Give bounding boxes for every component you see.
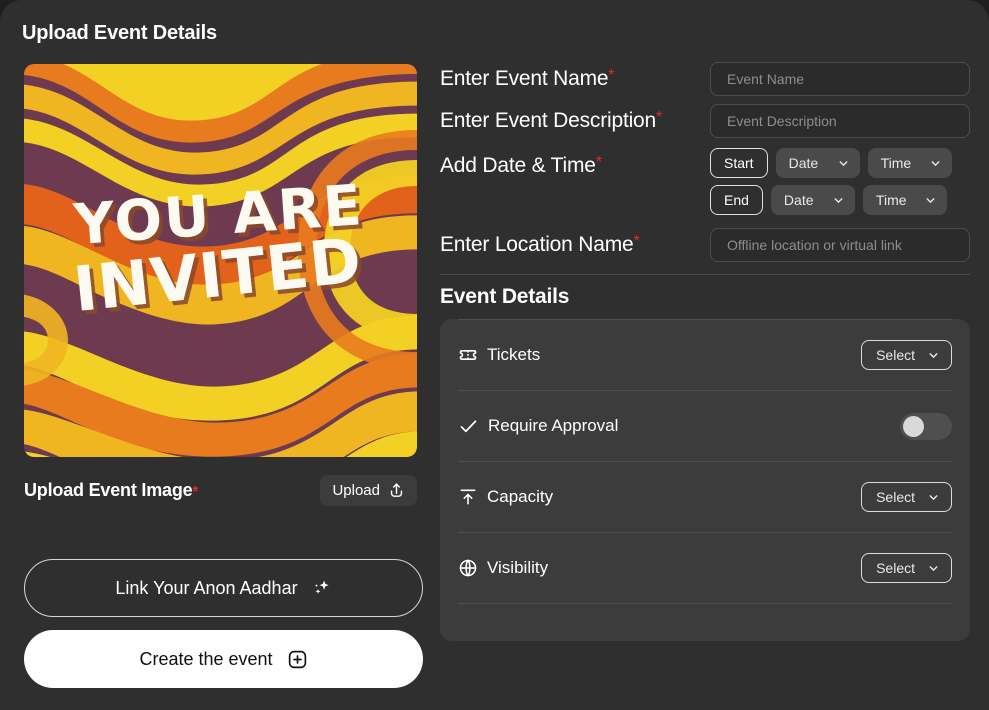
event-name-input[interactable] [710, 62, 970, 96]
chevron-down-icon [929, 157, 942, 170]
upload-button[interactable]: Upload [320, 474, 417, 506]
event-name-label: Enter Event Name* [440, 67, 710, 91]
required-asterisk: * [595, 154, 602, 171]
start-date-select[interactable]: Date [775, 148, 860, 178]
location-input[interactable] [710, 228, 970, 262]
require-approval-label-group: Require Approval [458, 416, 618, 437]
toggle-knob [903, 415, 924, 437]
detail-row-visibility: Visibility Select [458, 533, 952, 604]
visibility-select-value: Select [876, 560, 915, 576]
event-name-row: Enter Event Name* [440, 62, 970, 96]
event-create-page: Upload Event Details YOU ARE INVITED Upl… [0, 0, 989, 710]
required-asterisk: * [633, 233, 640, 250]
start-button[interactable]: Start [710, 148, 768, 178]
end-date-value: Date [783, 192, 814, 208]
event-poster-artwork: YOU ARE INVITED [24, 64, 417, 457]
require-approval-toggle[interactable] [900, 412, 952, 440]
start-date-time-row: Start Date Time [710, 148, 952, 178]
event-details-title: Event Details [440, 285, 570, 308]
detail-row-require-approval: Require Approval [458, 391, 952, 462]
page-title: Upload Event Details [22, 22, 217, 44]
required-asterisk: * [656, 109, 663, 126]
date-time-label: Add Date & Time* [440, 148, 710, 178]
capacity-select-value: Select [876, 489, 915, 505]
chevron-down-icon [927, 349, 940, 362]
date-time-row: Add Date & Time* Start Date Time End Dat… [440, 148, 970, 222]
chevron-down-icon [927, 562, 940, 575]
end-button[interactable]: End [710, 185, 763, 215]
start-time-select[interactable]: Time [867, 148, 952, 178]
link-anon-aadhar-button[interactable]: Link Your Anon Aadhar [24, 559, 423, 617]
location-label-text: Enter Location Name [440, 233, 634, 256]
location-row: Enter Location Name* [440, 228, 970, 262]
chevron-down-icon [832, 194, 845, 207]
sparkle-icon [312, 578, 332, 598]
event-description-label-text: Enter Event Description [440, 109, 657, 132]
date-time-controls: Start Date Time End Date Time [710, 148, 952, 222]
start-time-value: Time [880, 155, 912, 171]
required-asterisk: * [192, 482, 199, 500]
left-column: YOU ARE INVITED Upload Event Image* Uplo… [24, 64, 423, 688]
event-description-input[interactable] [710, 104, 970, 138]
upload-image-label-text: Upload Event Image [24, 479, 193, 500]
section-divider [440, 274, 970, 275]
chevron-down-icon [837, 157, 850, 170]
detail-row-capacity: Capacity Select [458, 462, 952, 533]
event-name-label-text: Enter Event Name [440, 67, 609, 90]
upload-icon [388, 482, 405, 499]
plus-square-icon [287, 649, 308, 670]
detail-row-tickets: Tickets Select [458, 320, 952, 391]
globe-icon [458, 558, 478, 578]
tickets-label: Tickets [487, 345, 541, 364]
tickets-select-value: Select [876, 347, 915, 363]
link-anon-aadhar-label: Link Your Anon Aadhar [115, 577, 298, 598]
create-event-label: Create the event [139, 648, 273, 669]
require-approval-label: Require Approval [488, 416, 619, 435]
upload-image-label: Upload Event Image* [24, 480, 198, 501]
visibility-select[interactable]: Select [861, 553, 952, 583]
event-description-label: Enter Event Description* [440, 109, 710, 133]
event-image-preview[interactable]: YOU ARE INVITED [24, 64, 417, 457]
create-event-button[interactable]: Create the event [24, 630, 423, 688]
location-label: Enter Location Name* [440, 233, 710, 257]
right-column: Enter Event Name* Enter Event Descriptio… [440, 62, 970, 641]
end-time-select[interactable]: Time [862, 185, 947, 215]
visibility-label: Visibility [487, 558, 549, 577]
upload-button-label: Upload [332, 481, 380, 499]
chevron-down-icon [924, 194, 937, 207]
check-icon [458, 416, 479, 437]
event-details-card: Tickets Select Require Approval Capacity… [440, 319, 970, 641]
chevron-down-icon [927, 491, 940, 504]
upload-image-row: Upload Event Image* Upload [24, 473, 417, 507]
tickets-select[interactable]: Select [861, 340, 952, 370]
ticket-icon [458, 345, 478, 365]
required-asterisk: * [608, 67, 615, 84]
capacity-label: Capacity [487, 487, 554, 506]
end-date-time-row: End Date Time [710, 185, 952, 215]
visibility-label-group: Visibility [458, 558, 548, 578]
capacity-icon [458, 487, 478, 507]
event-description-row: Enter Event Description* [440, 104, 970, 138]
end-date-select[interactable]: Date [770, 185, 855, 215]
date-time-label-text: Add Date & Time [440, 154, 596, 177]
tickets-label-group: Tickets [458, 345, 540, 365]
capacity-label-group: Capacity [458, 487, 553, 507]
capacity-select[interactable]: Select [861, 482, 952, 512]
end-time-value: Time [875, 192, 907, 208]
start-date-value: Date [788, 155, 819, 171]
